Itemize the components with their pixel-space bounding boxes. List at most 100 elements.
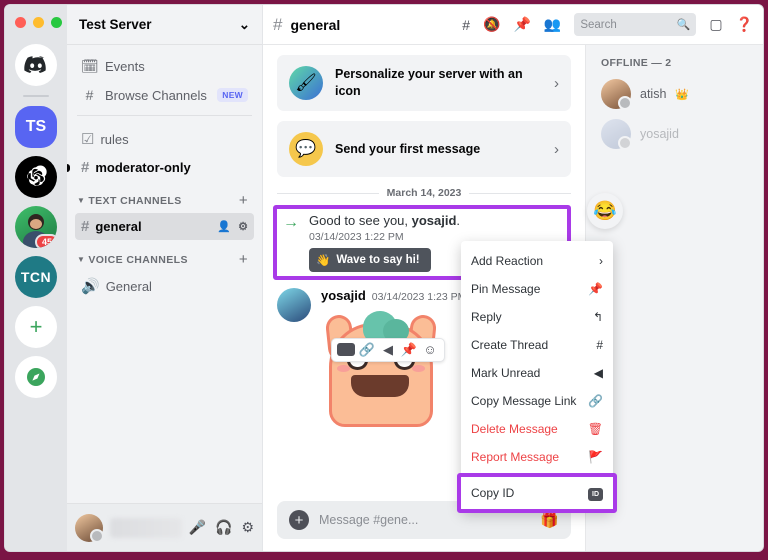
threads-icon[interactable]: # <box>462 17 470 33</box>
quick-reaction-button[interactable]: 😂 <box>587 193 623 229</box>
create-channel-button[interactable]: + <box>239 192 248 209</box>
chevron-down-icon: ▼ <box>77 196 86 205</box>
chevron-down-icon[interactable]: ⌄ <box>239 17 250 33</box>
wave-emoji-icon: 👋 <box>316 255 331 267</box>
help-icon[interactable]: ❓ <box>736 16 753 33</box>
maximize-button[interactable] <box>51 17 62 28</box>
context-menu-item-mark-unread[interactable]: Mark Unread ◀ <box>461 359 613 387</box>
context-menu-item-report-message[interactable]: Report Message 🚩 <box>461 443 613 471</box>
search-placeholder: Search <box>580 18 617 31</box>
category-text-channels[interactable]: ▼ TEXT CHANNELS + <box>75 182 254 213</box>
members-icon[interactable]: 👥 <box>544 16 561 33</box>
sidebar-divider <box>77 115 252 116</box>
member-name: yosajid <box>640 127 679 141</box>
search-input[interactable]: Search 🔍 <box>574 13 697 36</box>
system-text-prefix: Good to see you, <box>309 213 412 228</box>
mark-unread-icon: ◀ <box>593 366 603 380</box>
date-divider: March 14, 2023 <box>277 187 571 199</box>
server-icon-avatar[interactable]: 45 <box>15 206 57 248</box>
calendar-icon: 🗓 <box>81 58 99 74</box>
add-server-button[interactable]: + <box>15 306 57 348</box>
settings-icon[interactable]: ⚙ <box>241 519 254 536</box>
pin-icon[interactable]: 📌 <box>400 342 418 358</box>
user-panel: 🎤 🎧 ⚙ <box>67 503 262 551</box>
context-menu-label: Copy Message Link <box>471 394 577 408</box>
server-header[interactable]: Test Server ⌄ <box>67 5 262 45</box>
context-menu-item-delete-message[interactable]: Delete Message 🗑 <box>461 415 613 443</box>
sidebar-item-events[interactable]: 🗓 Events <box>75 53 254 80</box>
cartoon-creature-sticker[interactable] <box>321 309 441 427</box>
window-traffic-lights[interactable] <box>5 11 67 36</box>
create-voice-channel-button[interactable]: + <box>239 251 248 268</box>
copy-id-icon[interactable]: ID <box>337 342 355 358</box>
page-title: general <box>290 16 341 33</box>
server-icon-tcn[interactable]: TCN <box>15 256 57 298</box>
onboarding-card-personalize[interactable]: 🖌 Personalize your server with an icon › <box>277 55 571 111</box>
sticker-blush-right <box>412 365 425 372</box>
mark-unread-icon[interactable]: ◀ <box>379 342 397 358</box>
pinned-messages-icon[interactable]: 📌 <box>513 16 530 33</box>
avatar[interactable] <box>75 513 104 543</box>
copy-link-icon[interactable]: 🔗 <box>358 342 376 358</box>
new-badge: NEW <box>217 88 248 102</box>
sidebar-item-label: Browse Channels <box>105 87 207 103</box>
member-yosajid[interactable]: yosajid <box>595 115 754 153</box>
avatar[interactable] <box>277 288 311 322</box>
wave-button-label: Wave to say hi! <box>336 254 420 266</box>
chat-emoji-icon: 💬 <box>289 132 323 166</box>
member-category-offline: OFFLINE — 2 <box>601 57 672 69</box>
inbox-icon[interactable]: ▢ <box>709 16 722 33</box>
member-atish[interactable]: atish 👑 <box>595 75 754 113</box>
context-menu-item-reply[interactable]: Reply ↰ <box>461 303 613 331</box>
message-input[interactable]: Message #gene... <box>319 513 530 527</box>
server-icon-chatgpt[interactable] <box>15 156 57 198</box>
channel-settings-icon[interactable]: ⚙ <box>238 220 248 233</box>
context-menu-item-pin-message[interactable]: Pin Message 📌 <box>461 275 613 303</box>
category-voice-channels[interactable]: ▼ VOICE CHANNELS + <box>75 241 254 272</box>
context-menu-label: Report Message <box>471 450 560 464</box>
chevron-down-icon: ▼ <box>77 255 86 264</box>
notifications-off-icon[interactable]: 🔕 <box>483 16 500 33</box>
server-icon-discord-home[interactable] <box>15 44 57 86</box>
system-message-text: Good to see you, yosajid. <box>309 213 460 228</box>
add-reaction-icon[interactable]: ☺ <box>421 342 439 358</box>
unread-badge: 45 <box>34 234 57 248</box>
rules-icon: ☑ <box>81 131 95 148</box>
search-icon: 🔍 <box>676 19 691 31</box>
minimize-button[interactable] <box>33 17 44 28</box>
headphones-icon[interactable]: 🎧 <box>215 519 232 536</box>
context-menu-item-add-reaction[interactable]: Add Reaction › <box>461 247 613 275</box>
invite-member-icon[interactable]: 👤 <box>217 220 231 233</box>
server-rail: TS 45 TCN + <box>5 5 67 551</box>
speaker-icon: 🔊 <box>81 278 100 295</box>
add-attachment-icon[interactable]: + <box>289 510 309 530</box>
system-message-body: Good to see you, yosajid. 03/14/2023 1:2… <box>309 213 460 272</box>
channel-rules[interactable]: ☑ rules <box>75 125 254 153</box>
message-author: yosajid <box>321 288 366 303</box>
username-blurred <box>110 517 182 538</box>
onboarding-card-first-message[interactable]: 💬 Send your first message › <box>277 121 571 177</box>
context-menu-label: Add Reaction <box>471 254 544 268</box>
channel-general[interactable]: # general 👤 ⚙ <box>75 213 254 240</box>
sidebar-item-label: Events <box>105 59 145 74</box>
server-icon-test-server[interactable]: TS <box>15 106 57 148</box>
context-menu-item-copy-message-link[interactable]: Copy Message Link 🔗 <box>461 387 613 415</box>
main-content: # general # 🔕 📌 👥 Search 🔍 ▢ ❓ 🖌 Persona… <box>263 5 763 551</box>
flag-icon: 🚩 <box>588 450 603 464</box>
context-menu-item-create-thread[interactable]: Create Thread # <box>461 331 613 359</box>
server-initials-tcn: TCN <box>20 269 52 285</box>
channel-moderator-only[interactable]: # moderator-only <box>67 154 254 181</box>
context-menu-item-copy-id[interactable]: Copy ID ID <box>461 477 613 509</box>
crown-icon: 👑 <box>675 88 690 101</box>
sidebar-item-browse-channels[interactable]: # Browse Channels NEW <box>75 82 254 108</box>
explore-servers-button[interactable] <box>15 356 57 398</box>
onboarding-card-title: Send your first message <box>335 141 481 156</box>
channel-voice-general[interactable]: 🔊 General <box>75 272 254 300</box>
hash-icon: # <box>273 14 283 34</box>
close-button[interactable] <box>15 17 26 28</box>
gift-icon[interactable]: 🎁 <box>540 511 559 529</box>
mic-icon[interactable]: 🎤 <box>189 519 206 536</box>
screenshot-frame: TS 45 TCN + Test Server ⌄ 🗓 Events # Bro… <box>0 0 768 560</box>
message-header: yosajid 03/14/2023 1:23 PM <box>321 288 466 303</box>
wave-to-say-hi-button[interactable]: 👋 Wave to say hi! <box>309 248 431 272</box>
